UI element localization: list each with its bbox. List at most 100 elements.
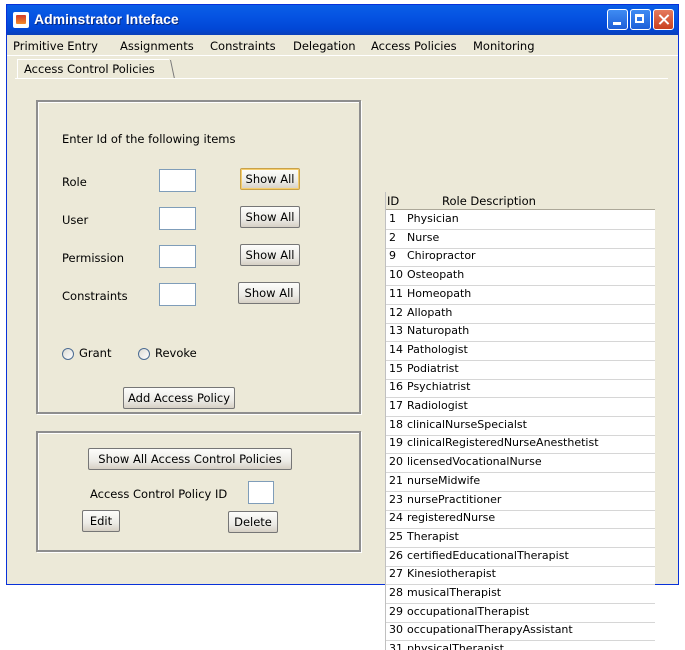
row-id-cell: 1 — [389, 212, 396, 225]
user-show-all-button[interactable]: Show All — [240, 206, 300, 228]
table-row[interactable]: 30 occupationalTherapyAssistant — [386, 621, 655, 642]
role-id-input[interactable] — [159, 169, 196, 192]
row-id-cell: 9 — [389, 249, 396, 263]
row-description-cell: clinicalRegisteredNurseAnesthetist — [407, 436, 599, 450]
row-id-cell: 18 — [389, 417, 403, 431]
column-header-id[interactable]: ID — [387, 194, 399, 208]
menu-monitoring[interactable]: Monitoring — [473, 39, 535, 53]
row-id-cell: 10 — [389, 268, 403, 282]
menu-access-policies[interactable]: Access Policies — [371, 39, 457, 53]
table-row[interactable]: 13 Naturopath — [386, 322, 655, 343]
row-description-cell: Podiatrist — [407, 361, 459, 375]
row-description-cell: registeredNurse — [407, 511, 496, 525]
row-description-cell: physicalTherapist — [407, 642, 504, 650]
table-row[interactable]: 24 registeredNurse — [386, 509, 655, 530]
table-row[interactable]: 26 certifiedEducationalTherapist — [386, 547, 655, 567]
row-description-cell: licensedVocationalNurse — [407, 455, 542, 469]
row-id-cell: 17 — [389, 399, 403, 412]
table-row[interactable]: 14 Pathologist — [386, 341, 655, 361]
menu-constraints[interactable]: Constraints — [210, 39, 276, 53]
table-row[interactable]: 15 Podiatrist — [386, 360, 655, 380]
table-row[interactable]: 18 clinicalNurseSpecialst — [386, 416, 655, 436]
menu-primitive-entry[interactable]: Primitive Entry — [13, 39, 98, 53]
maximize-button[interactable] — [630, 9, 651, 30]
row-description-cell: Nurse — [407, 230, 440, 244]
row-id-cell: 14 — [389, 342, 403, 356]
constraints-show-all-button[interactable]: Show All — [238, 282, 300, 304]
revoke-label: Revoke — [155, 346, 197, 360]
role-show-all-button[interactable]: Show All — [240, 168, 300, 190]
enter-id-heading: Enter Id of the following items — [62, 132, 236, 146]
close-button[interactable] — [653, 9, 674, 30]
table-row[interactable]: 2 Nurse — [386, 229, 655, 249]
policy-id-input[interactable] — [248, 481, 274, 504]
table-row[interactable]: 27 Kinesiotherapist — [386, 565, 655, 586]
title-bar[interactable]: Adminstrator Inteface — [7, 5, 678, 35]
revoke-radio[interactable] — [138, 348, 150, 360]
constraints-id-input[interactable] — [159, 283, 196, 306]
row-description-cell: Naturopath — [407, 324, 470, 338]
add-access-policy-button[interactable]: Add Access Policy — [123, 387, 235, 409]
table-row[interactable]: 12 Allopath — [386, 304, 655, 324]
table-row[interactable]: 21 nurseMidwife — [386, 472, 655, 492]
tab-access-control-policies[interactable]: Access Control Policies — [17, 59, 169, 79]
row-id-cell: 31 — [389, 642, 403, 650]
table-row[interactable]: 10 Osteopath — [386, 266, 655, 287]
edit-button[interactable]: Edit — [82, 510, 120, 532]
policy-entry-panel: Enter Id of the following items Role Sho… — [36, 100, 361, 414]
table-row[interactable]: 31 physicalTherapist — [386, 640, 655, 650]
row-id-cell: 19 — [389, 436, 403, 450]
constraints-label: Constraints — [62, 289, 128, 303]
policy-manage-panel: Show All Access Control Policies Access … — [36, 431, 361, 552]
row-description-cell: occupationalTherapist — [407, 604, 530, 618]
user-id-input[interactable] — [159, 207, 196, 230]
row-description-cell: Physician — [407, 212, 459, 225]
row-id-cell: 25 — [389, 529, 403, 543]
column-header-role-description[interactable]: Role Description — [442, 194, 536, 208]
policy-id-label: Access Control Policy ID — [90, 487, 228, 501]
row-description-cell: occupationalTherapyAssistant — [407, 623, 573, 637]
row-description-cell: certifiedEducationalTherapist — [407, 548, 569, 562]
row-description-cell: Pathologist — [407, 342, 468, 356]
row-description-cell: Radiologist — [407, 399, 468, 412]
app-window: Adminstrator Inteface Primitive Entry As… — [6, 4, 679, 650]
row-description-cell: Osteopath — [407, 268, 465, 282]
table-row[interactable]: 9 Chiropractor — [386, 247, 655, 268]
table-row[interactable]: 11 Homeopath — [386, 285, 655, 305]
menu-bar: Primitive Entry Assignments Constraints … — [7, 35, 678, 56]
row-description-cell: Chiropractor — [407, 249, 476, 263]
row-id-cell: 27 — [389, 567, 403, 581]
row-id-cell: 13 — [389, 324, 403, 338]
user-label: User — [62, 213, 89, 227]
table-row[interactable]: 29 occupationalTherapist — [386, 603, 655, 623]
table-row[interactable]: 19 clinicalRegisteredNurseAnesthetist — [386, 434, 655, 455]
table-row[interactable]: 16 Psychiatrist — [386, 378, 655, 399]
menu-delegation[interactable]: Delegation — [293, 39, 356, 53]
menu-assignments[interactable]: Assignments — [120, 39, 194, 53]
row-description-cell: clinicalNurseSpecialst — [407, 417, 527, 431]
java-app-icon — [13, 12, 29, 28]
row-id-cell: 16 — [389, 380, 403, 394]
row-description-cell: Allopath — [407, 305, 453, 319]
table-row[interactable]: 28 musicalTherapist — [386, 584, 655, 604]
row-description-cell: musicalTherapist — [407, 586, 502, 599]
row-id-cell: 12 — [389, 305, 403, 319]
permission-id-input[interactable] — [159, 245, 196, 268]
table-row[interactable]: 17 Radiologist — [386, 397, 655, 417]
tab-strip: Access Control Policies — [7, 56, 678, 79]
permission-show-all-button[interactable]: Show All — [240, 244, 300, 266]
delete-button[interactable]: Delete — [228, 511, 278, 533]
grant-radio[interactable] — [62, 348, 74, 360]
row-id-cell: 29 — [389, 604, 403, 618]
table-row[interactable]: 23 nursePractitioner — [386, 491, 655, 511]
minimize-button[interactable] — [607, 9, 628, 30]
row-id-cell: 26 — [389, 548, 403, 562]
table-row[interactable]: 20 licensedVocationalNurse — [386, 453, 655, 474]
table-row[interactable]: 1 Physician — [386, 210, 655, 230]
show-all-policies-button[interactable]: Show All Access Control Policies — [88, 448, 292, 470]
permission-label: Permission — [62, 251, 125, 265]
role-table[interactable]: ID Role Description 1 Physician 2 Nurse 9 Chi… — [385, 192, 655, 650]
row-description-cell: nurseMidwife — [407, 473, 481, 487]
row-id-cell: 24 — [389, 511, 403, 525]
table-row[interactable]: 25 Therapist — [386, 528, 655, 548]
